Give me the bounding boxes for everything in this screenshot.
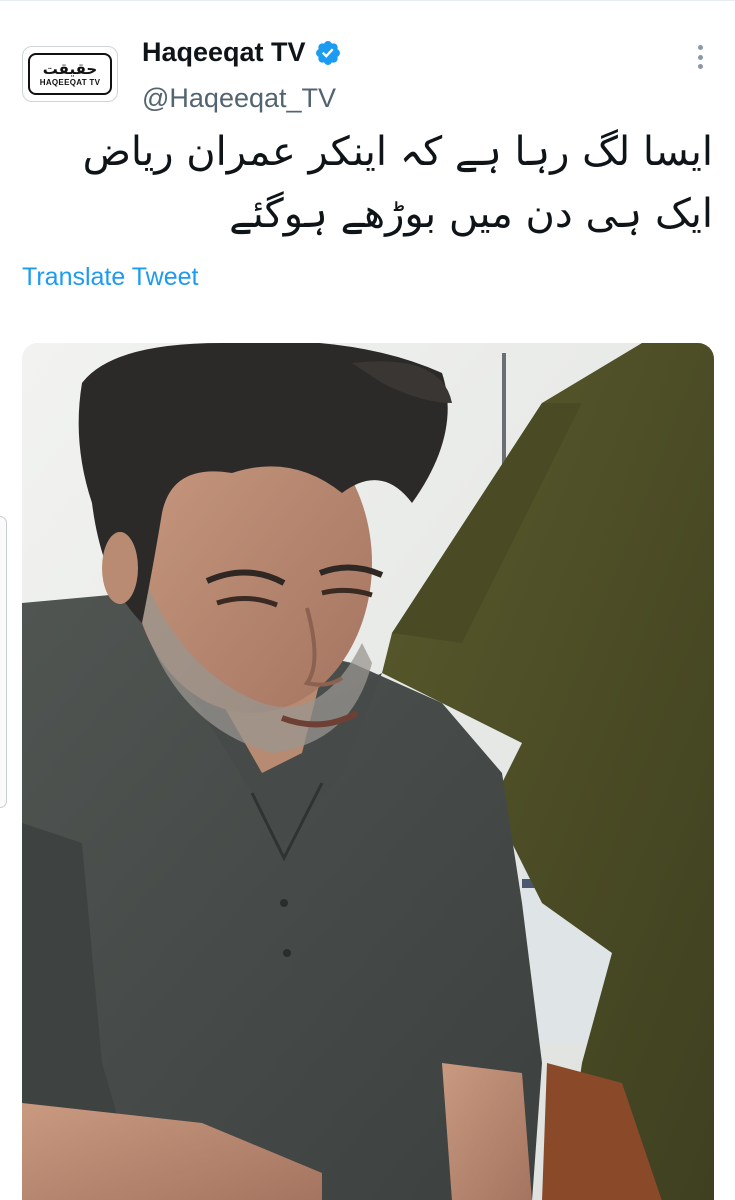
more-dot	[697, 54, 703, 60]
more-options-icon[interactable]	[688, 43, 712, 71]
tweet-photo[interactable]	[22, 343, 714, 1200]
photo-illustration	[22, 343, 714, 1200]
more-dot	[697, 45, 703, 50]
tweet-header: حقیقت HAQEEQAT TV Haqeeqat TV @Haqeeqat_…	[0, 1, 735, 131]
profile-avatar[interactable]: حقیقت HAQEEQAT TV	[22, 46, 118, 102]
tweet-card: حقیقت HAQEEQAT TV Haqeeqat TV @Haqeeqat_…	[0, 0, 735, 1200]
account-name-row: Haqeeqat TV	[142, 37, 342, 68]
tweet-text: ایسا لگ رہا ہے کہ اینکر عمران ریاض ایک ہ…	[82, 129, 713, 237]
translate-tweet-link[interactable]: Translate Tweet	[22, 263, 198, 292]
logo-urdu-text: حقیقت	[42, 59, 98, 78]
verified-badge-icon	[315, 40, 340, 65]
logo-english-text: HAQEEQAT TV	[39, 77, 101, 87]
account-handle[interactable]: @Haqeeqat_TV	[142, 83, 336, 114]
haqeeqat-tv-logo: حقیقت HAQEEQAT TV	[28, 53, 112, 95]
display-name[interactable]: Haqeeqat TV	[142, 37, 306, 68]
more-dot	[697, 64, 703, 69]
side-scroll-handle	[0, 516, 7, 808]
